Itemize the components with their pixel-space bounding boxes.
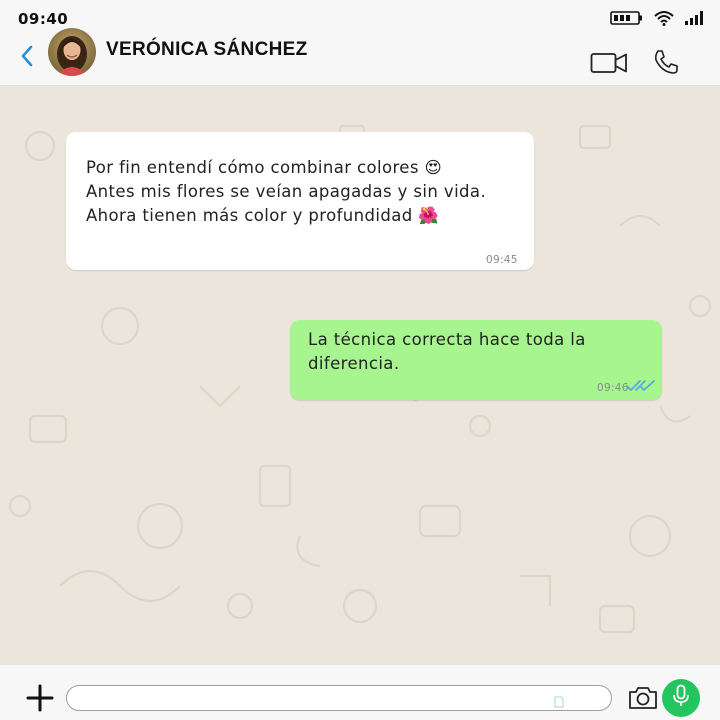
phone-icon xyxy=(652,50,680,80)
microphone-icon xyxy=(672,684,690,712)
message-input-bar xyxy=(0,664,720,720)
chat-area[interactable]: Por fin entendí cómo combinar colores 😍 … xyxy=(0,86,720,664)
message-text-line: Ahora tienen más color y profundidad 🌺 xyxy=(86,206,440,225)
video-call-button[interactable] xyxy=(590,50,628,76)
contact-name[interactable]: VERÓNICA SÁNCHEZ xyxy=(106,39,308,61)
avatar[interactable] xyxy=(48,28,96,76)
message-text-line: Antes mis flores se veían apagadas y sin… xyxy=(86,182,487,201)
status-icons xyxy=(610,10,706,30)
wifi-icon xyxy=(654,10,674,30)
microphone-button[interactable] xyxy=(662,679,700,717)
incoming-message-bubble[interactable]: Por fin entendí cómo combinar colores 😍 … xyxy=(66,132,534,270)
camera-icon xyxy=(628,687,658,715)
message-text-line: diferencia. xyxy=(308,354,400,373)
read-receipt-icon xyxy=(626,378,656,397)
plus-icon xyxy=(26,684,54,716)
outgoing-message-bubble[interactable]: La técnica correcta hace toda la diferen… xyxy=(290,320,662,400)
battery-icon xyxy=(610,10,644,30)
sticker-icon[interactable] xyxy=(554,693,564,708)
signal-icon xyxy=(684,10,706,30)
voice-call-button[interactable] xyxy=(652,48,680,76)
back-button[interactable] xyxy=(16,42,38,70)
message-timestamp: 09:45 xyxy=(486,254,518,266)
chevron-left-icon xyxy=(16,45,38,74)
chat-header: VERÓNICA SÁNCHEZ xyxy=(0,28,720,86)
message-text-line: La técnica correcta hace toda la xyxy=(308,330,586,349)
attach-button[interactable] xyxy=(26,684,54,712)
message-text-line: Por fin entendí cómo combinar colores 😍 xyxy=(86,158,443,177)
status-bar: 09:40 xyxy=(0,0,720,28)
status-time: 09:40 xyxy=(18,10,69,28)
camera-button[interactable] xyxy=(628,685,658,711)
video-camera-icon xyxy=(590,53,628,80)
message-timestamp: 09:46 xyxy=(597,382,629,394)
message-input[interactable] xyxy=(66,685,612,711)
